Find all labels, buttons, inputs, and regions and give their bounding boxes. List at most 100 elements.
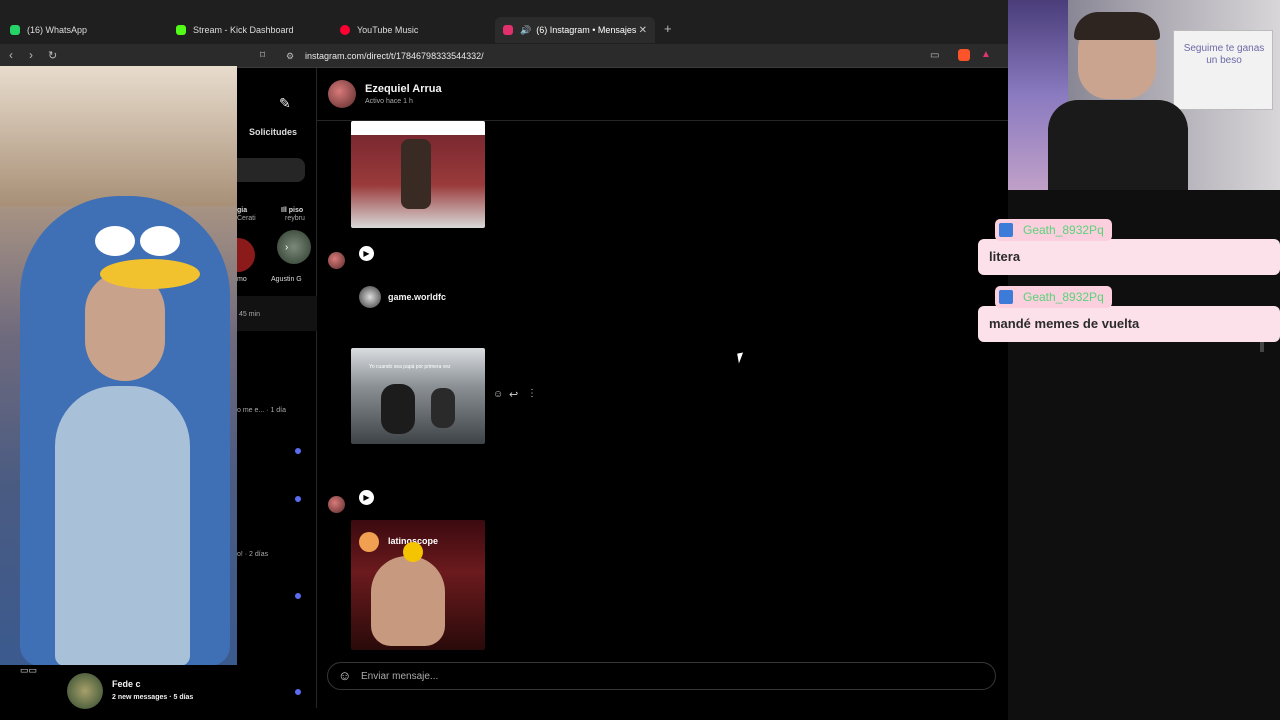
- video-person: [381, 384, 415, 434]
- unread-dot: [295, 496, 301, 502]
- new-tab-button[interactable]: +: [664, 21, 672, 36]
- account-avatar: [359, 532, 379, 552]
- conversation-name[interactable]: Fede c: [112, 679, 141, 689]
- react-emoji-icon[interactable]: ☺: [493, 389, 503, 400]
- costume-eye: [140, 226, 180, 256]
- conversation-avatar[interactable]: [67, 673, 103, 709]
- conversation-preview: o! · 2 días: [237, 551, 269, 558]
- costume-fleece: [55, 386, 190, 665]
- account-avatar: [359, 286, 381, 308]
- brave-shield-icon[interactable]: [958, 49, 970, 61]
- note-text: Cerati: [237, 215, 256, 222]
- streamer-hair: [1074, 12, 1160, 40]
- search-input[interactable]: [237, 158, 305, 182]
- webcam-overlay-left: [0, 66, 237, 665]
- gif-message[interactable]: [351, 121, 485, 228]
- video-child: [431, 388, 455, 428]
- costume-beak: [100, 259, 200, 289]
- unread-dot: [295, 593, 301, 599]
- gif-person: [401, 139, 431, 209]
- chat-username: Geath_8932Pq: [995, 286, 1112, 308]
- chat-message-text: litera: [989, 249, 1021, 264]
- tab-label: Stream - Kick Dashboard: [193, 25, 294, 35]
- message-composer[interactable]: ☺ Enviar mensaje... 🎤: [327, 662, 1195, 690]
- chat-header: Ezequiel Arrua Activo hace 1 h: [317, 68, 1008, 121]
- bookmark-icon[interactable]: ⌑: [260, 50, 265, 61]
- conversation-preview: 2 new messages · 5 días: [112, 694, 194, 701]
- chat-username-text: Geath_8932Pq: [1023, 223, 1104, 237]
- shared-account-name[interactable]: game.worldfc: [388, 292, 446, 302]
- note-name: mo: [237, 276, 247, 283]
- close-tab-icon[interactable]: ✕: [639, 25, 647, 36]
- video-message[interactable]: Yo cuando sea papá por primera vez: [351, 348, 485, 444]
- address-bar-row: ‹ › ↻ ⌑ ⚙ instagram.com/direct/t/1784679…: [0, 44, 1008, 68]
- requests-link[interactable]: Solicitudes: [249, 127, 297, 137]
- conversation-preview: o me e... · 1 día: [237, 407, 287, 414]
- whiteboard-text: Seguime te ganas un beso: [1183, 43, 1265, 66]
- tab-label: (16) WhatsApp: [27, 25, 88, 35]
- tab-whatsapp[interactable]: (16) WhatsApp: [2, 17, 162, 43]
- reel-play-icon[interactable]: ▶: [359, 490, 374, 505]
- chat-message: mandé memes de vuelta: [978, 306, 1280, 342]
- reel-person: [371, 556, 445, 646]
- reel-play-icon[interactable]: ▶: [359, 246, 374, 261]
- sender-avatar: [328, 252, 345, 269]
- kick-icon: [176, 25, 186, 35]
- streamer-shirt: [1048, 100, 1188, 190]
- note-text: reybru: [285, 215, 305, 222]
- chat-username: Geath_8932Pq: [995, 219, 1112, 241]
- youtube-music-icon: [340, 25, 350, 35]
- dm-sidebar: ✎ Solicitudes gia Cerati Ill piso reybru…: [237, 68, 317, 708]
- fullscreen-icon[interactable]: ▭▭: [20, 665, 37, 676]
- browser-tab-bar: (16) WhatsApp Stream - Kick Dashboard Yo…: [0, 0, 1008, 44]
- instagram-icon: [503, 25, 513, 35]
- back-icon[interactable]: ‹: [9, 48, 13, 62]
- conversation-time: 45 min: [239, 311, 261, 318]
- sender-avatar: [328, 496, 345, 513]
- chat-username-text: Geath_8932Pq: [1023, 290, 1104, 304]
- next-arrow-icon[interactable]: ›: [285, 242, 288, 253]
- moderator-badge-icon: [999, 290, 1013, 304]
- message-input[interactable]: Enviar mensaje...: [361, 671, 438, 682]
- cast-icon[interactable]: ▭: [930, 50, 939, 61]
- tab-instagram[interactable]: 🔊 (6) Instagram • Mensajes ✕: [495, 17, 655, 43]
- unread-dot: [295, 689, 301, 695]
- laughing-emoji-icon: [403, 542, 423, 562]
- video-caption: Yo cuando sea papá por primera vez: [369, 364, 451, 370]
- reply-icon[interactable]: ↩: [509, 388, 518, 401]
- contact-name[interactable]: Ezequiel Arrua: [365, 83, 442, 95]
- emoji-icon[interactable]: ☺: [338, 668, 351, 683]
- chat-message-text: mandé memes de vuelta: [989, 316, 1140, 331]
- tab-kick-dashboard[interactable]: Stream - Kick Dashboard: [168, 17, 328, 43]
- store-background: [0, 66, 237, 206]
- forward-icon[interactable]: ›: [29, 48, 33, 62]
- costume-eye: [95, 226, 135, 256]
- more-options-icon[interactable]: ⋮: [527, 388, 537, 399]
- note-name: Ill piso: [281, 207, 304, 214]
- whiteboard: Seguime te ganas un beso: [1173, 30, 1273, 110]
- reload-icon[interactable]: ↻: [48, 49, 57, 62]
- sidebar-footer: ▭▭ Fede c 2 new messages · 5 días: [0, 665, 237, 720]
- instagram-dm-panel: ✎ Solicitudes gia Cerati Ill piso reybru…: [237, 68, 1244, 720]
- scrollbar-thumb[interactable]: [1260, 342, 1264, 352]
- unread-dot: [295, 448, 301, 454]
- contact-status: Activo hace 1 h: [365, 98, 413, 105]
- chat-message: litera: [978, 239, 1280, 275]
- url-field[interactable]: instagram.com/direct/t/17846798333544332…: [305, 51, 484, 61]
- tab-label: YouTube Music: [357, 25, 419, 35]
- contact-avatar[interactable]: [328, 80, 356, 108]
- webcam-overlay-right: Seguime te ganas un beso: [1008, 0, 1280, 190]
- moderator-badge-icon: [999, 223, 1013, 237]
- note-name: Agustin G: [271, 276, 302, 283]
- tab-label: (6) Instagram • Mensajes: [536, 25, 637, 35]
- site-info-icon[interactable]: ⚙: [286, 51, 294, 62]
- note-avatar[interactable]: [277, 230, 311, 264]
- whatsapp-icon: [10, 25, 20, 35]
- brave-rewards-icon[interactable]: ▲: [981, 49, 991, 60]
- reel-message[interactable]: latinoscope: [351, 520, 485, 650]
- note-name: gia: [237, 207, 248, 214]
- note-avatar[interactable]: [237, 238, 255, 272]
- compose-icon[interactable]: ✎: [279, 95, 291, 112]
- audio-playing-icon: 🔊: [520, 24, 532, 35]
- tab-youtube-music[interactable]: YouTube Music: [332, 17, 492, 43]
